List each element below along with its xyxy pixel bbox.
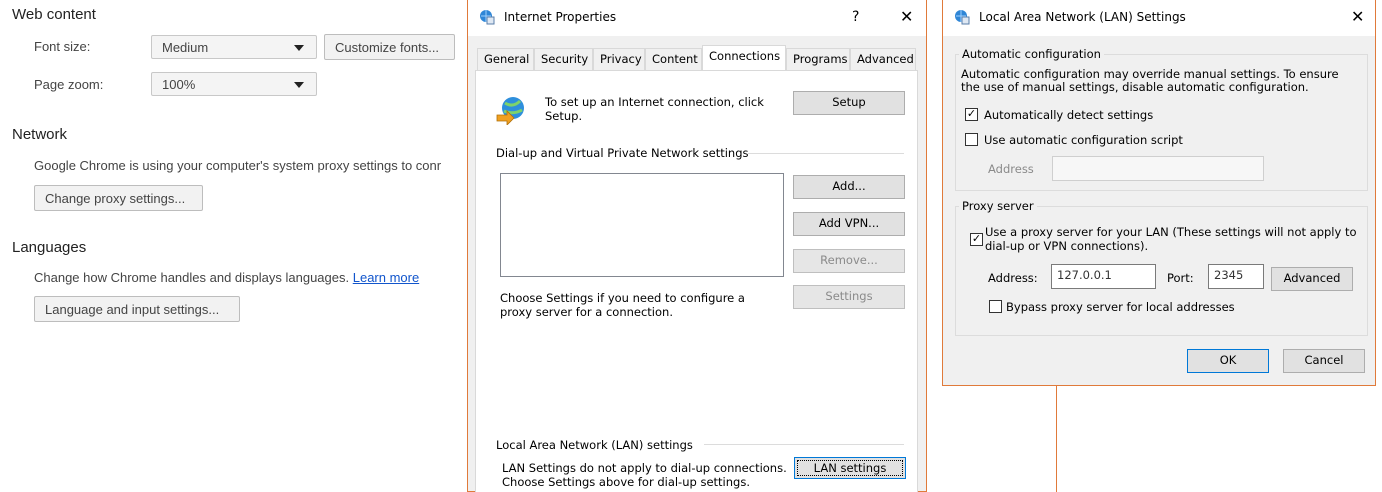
learn-more-link[interactable]: Learn more [353,270,419,285]
network-heading: Network [12,126,68,143]
internet-options-icon [480,10,495,25]
setup-button-label: Setup [832,95,866,109]
font-size-value: Medium [162,40,209,55]
tab-privacy[interactable]: Privacy [593,48,645,70]
page-zoom-value: 100% [162,77,196,92]
auto-detect-label: Automatically detect settings [984,108,1154,122]
title-bar: Internet Properties ? ✕ [468,0,926,36]
network-description: Google Chrome is using your computer's s… [34,158,442,173]
page-zoom-label: Page zoom: [34,77,104,92]
checkmark-icon: ✓ [971,233,982,245]
page-zoom-select[interactable]: 100% [151,72,317,96]
settings-button[interactable]: Settings [793,285,905,309]
languages-heading: Languages [12,239,87,256]
group-divider [704,444,904,445]
dialog-title: Local Area Network (LAN) Settings [979,10,1186,24]
add-button[interactable]: Add... [793,175,905,199]
port-input[interactable]: 2345 [1208,264,1264,289]
internet-options-icon [955,10,970,25]
languages-description: Change how Chrome handles and displays l… [34,270,350,285]
auto-config-group-label: Automatic configuration [959,47,1104,61]
lan-settings-button[interactable]: LAN settings [794,457,906,479]
auto-script-label: Use automatic configuration script [984,133,1183,147]
cancel-button[interactable]: Cancel [1283,349,1365,373]
auto-config-description: Automatic configuration may override man… [961,67,1339,94]
ok-button[interactable]: OK [1187,349,1269,373]
checkmark-icon: ✓ [966,108,977,120]
help-button[interactable]: ? [852,9,859,25]
close-button[interactable]: ✕ [900,7,913,26]
bypass-checkbox[interactable] [989,300,1002,313]
chrome-settings-panel: Web content Font size: Medium Customize … [0,0,466,492]
tab-panel: To set up an Internet connection, click … [475,70,918,492]
auto-detect-checkbox[interactable]: ✓ [965,108,978,121]
font-size-select[interactable]: Medium [151,35,317,59]
window-edge [1056,386,1057,492]
group-divider [748,153,904,154]
font-size-label: Font size: [34,39,91,54]
tab-security[interactable]: Security [534,48,593,70]
use-proxy-checkbox[interactable]: ✓ [970,233,983,246]
auto-script-checkbox[interactable] [965,133,978,146]
add-vpn-button[interactable]: Add VPN... [793,212,905,236]
tab-content[interactable]: Content [645,48,702,70]
tab-advanced[interactable]: Advanced [850,48,916,70]
advanced-button[interactable]: Advanced [1271,267,1353,291]
proxy-address-label: Address: [988,271,1038,285]
connections-listbox[interactable] [500,173,784,277]
tab-general[interactable]: General [477,48,534,70]
lan-group-label: Local Area Network (LAN) settings [496,438,699,452]
close-button[interactable]: ✕ [1351,7,1364,26]
proxy-group-label: Proxy server [959,199,1037,213]
setup-button[interactable]: Setup [793,91,905,115]
tab-programs[interactable]: Programs [786,48,850,70]
change-proxy-button[interactable]: Change proxy settings... [34,185,203,211]
web-content-heading: Web content [12,6,96,23]
globe-connection-icon [496,97,524,125]
use-proxy-label: Use a proxy server for your LAN (These s… [985,225,1357,253]
title-bar: Local Area Network (LAN) Settings ✕ [943,0,1375,36]
internet-properties-dialog: Internet Properties ? ✕ General Security P… [467,0,927,492]
chevron-down-icon [294,82,304,88]
chevron-down-icon [294,45,304,51]
lan-text-1: LAN Settings do not apply to dial-up con… [502,461,787,475]
lan-settings-dialog: Local Area Network (LAN) Settings ✕ Auto… [942,0,1376,386]
settings-text: Choose Settings if you need to configure… [500,291,745,319]
script-address-label: Address [988,162,1034,176]
customize-fonts-button[interactable]: Customize fonts... [324,34,455,60]
dialog-title: Internet Properties [504,10,617,24]
language-settings-button[interactable]: Language and input settings... [34,296,240,322]
bypass-label: Bypass proxy server for local addresses [1006,300,1235,314]
script-address-input[interactable] [1052,156,1264,181]
dialup-group-label: Dial-up and Virtual Private Network sett… [496,146,755,160]
proxy-address-input[interactable]: 127.0.0.1 [1051,264,1156,289]
port-label: Port: [1167,271,1194,285]
setup-text: To set up an Internet connection, click … [545,95,764,123]
lan-text-2: Choose Settings above for dial-up settin… [502,475,750,489]
tab-connections[interactable]: Connections [702,45,786,71]
remove-button[interactable]: Remove... [793,249,905,273]
languages-description-row: Change how Chrome handles and displays l… [34,270,419,285]
